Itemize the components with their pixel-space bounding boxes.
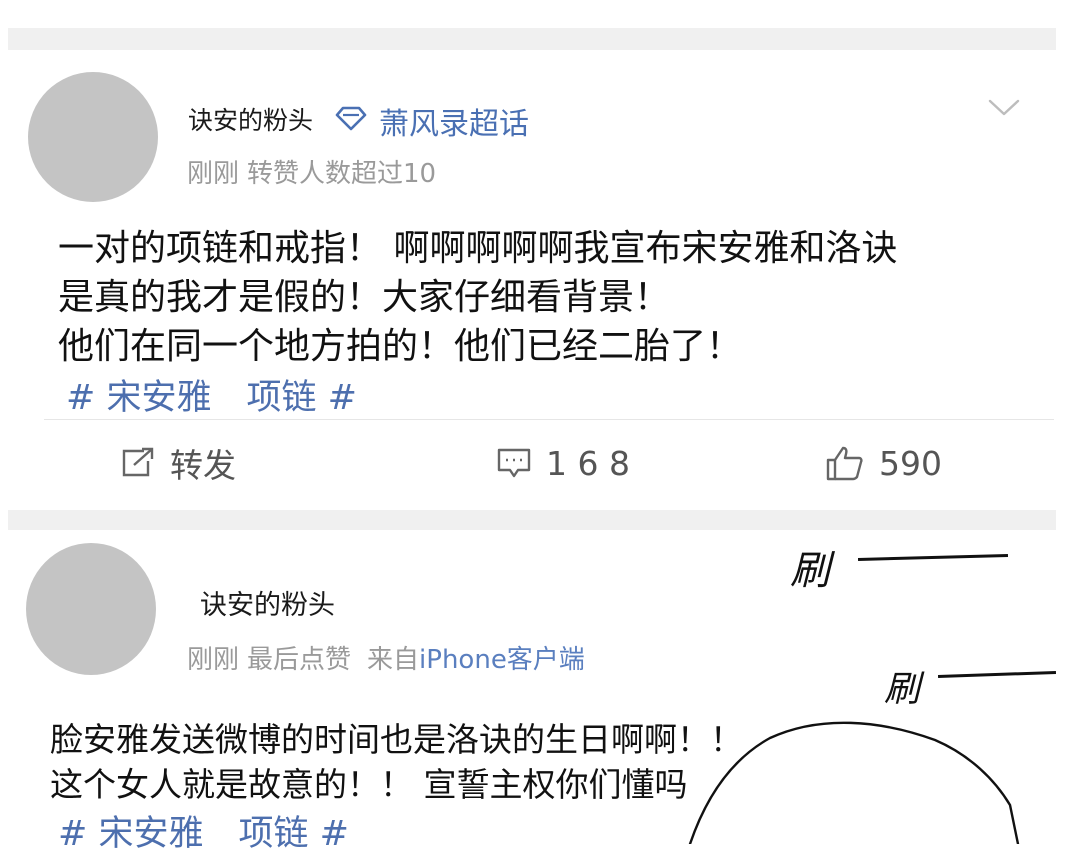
divider — [44, 419, 1054, 420]
share-icon — [122, 447, 154, 477]
chevron-down-icon[interactable] — [986, 96, 1022, 120]
post-line: 是真的我才是假的！大家仔细看背景！ — [58, 277, 671, 318]
post-info: 转赞人数超过10 — [247, 159, 437, 189]
post-line: 脸安雅发送微博的时间也是洛诀的生日啊啊！！ — [50, 720, 743, 759]
hashtag-link[interactable]: # 宋安雅 项链 # — [58, 805, 349, 856]
avatar[interactable] — [26, 543, 156, 675]
post-info: 最后点赞 — [247, 645, 352, 675]
like-button[interactable]: 590 — [825, 440, 942, 486]
hashtag-link[interactable]: # 宋安雅 项链 # — [66, 369, 357, 420]
post-line: 他们在同一个地方拍的！他们已经二胎了！ — [58, 326, 743, 367]
post-meta: 刚刚 最后点赞 来自iPhone客户端 — [187, 639, 585, 676]
sound-effect-text: 刷 — [884, 669, 921, 710]
supertopic-link[interactable]: 萧风录超话 — [379, 99, 529, 143]
sound-effect-text: 刷 — [790, 548, 830, 594]
post-source[interactable]: iPhone客户端 — [419, 645, 585, 675]
post-meta: 刚刚 转赞人数超过10 — [187, 153, 436, 190]
repost-button[interactable]: 转发 — [120, 440, 236, 486]
repost-label: 转发 — [170, 446, 236, 485]
post-time: 刚刚 — [187, 645, 240, 675]
username[interactable]: 诀安的粉头 — [200, 583, 335, 622]
username[interactable]: 诀安的粉头 — [188, 101, 313, 137]
speed-line — [937, 670, 1057, 679]
post-source-prefix: 来自 — [367, 645, 420, 675]
like-count: 590 — [879, 443, 942, 483]
post-body: 脸安雅发送微博的时间也是洛诀的生日啊啊！！ 这个女人就是故意的！！ 宣誓主权你们… — [50, 717, 743, 807]
feed-separator — [8, 28, 1056, 50]
post-line: 一对的项链和戒指！ 啊啊啊啊啊我宣布宋安雅和洛诀 — [58, 228, 898, 269]
thumbs-up-icon — [826, 446, 863, 481]
diamond-icon — [335, 106, 367, 131]
comment-button[interactable]: 1 6 8 — [496, 440, 630, 486]
avatar[interactable] — [28, 72, 158, 202]
comment-count: 1 6 8 — [546, 443, 630, 483]
post-line: 这个女人就是故意的！！ 宣誓主权你们懂吗 — [50, 765, 688, 804]
speed-line — [857, 554, 1009, 561]
comment-icon — [497, 448, 531, 478]
post-time: 刚刚 — [187, 159, 240, 189]
post-body: 一对的项链和戒指！ 啊啊啊啊啊我宣布宋安雅和洛诀 是真的我才是假的！大家仔细看背… — [58, 224, 897, 371]
feed-separator — [8, 510, 1056, 530]
